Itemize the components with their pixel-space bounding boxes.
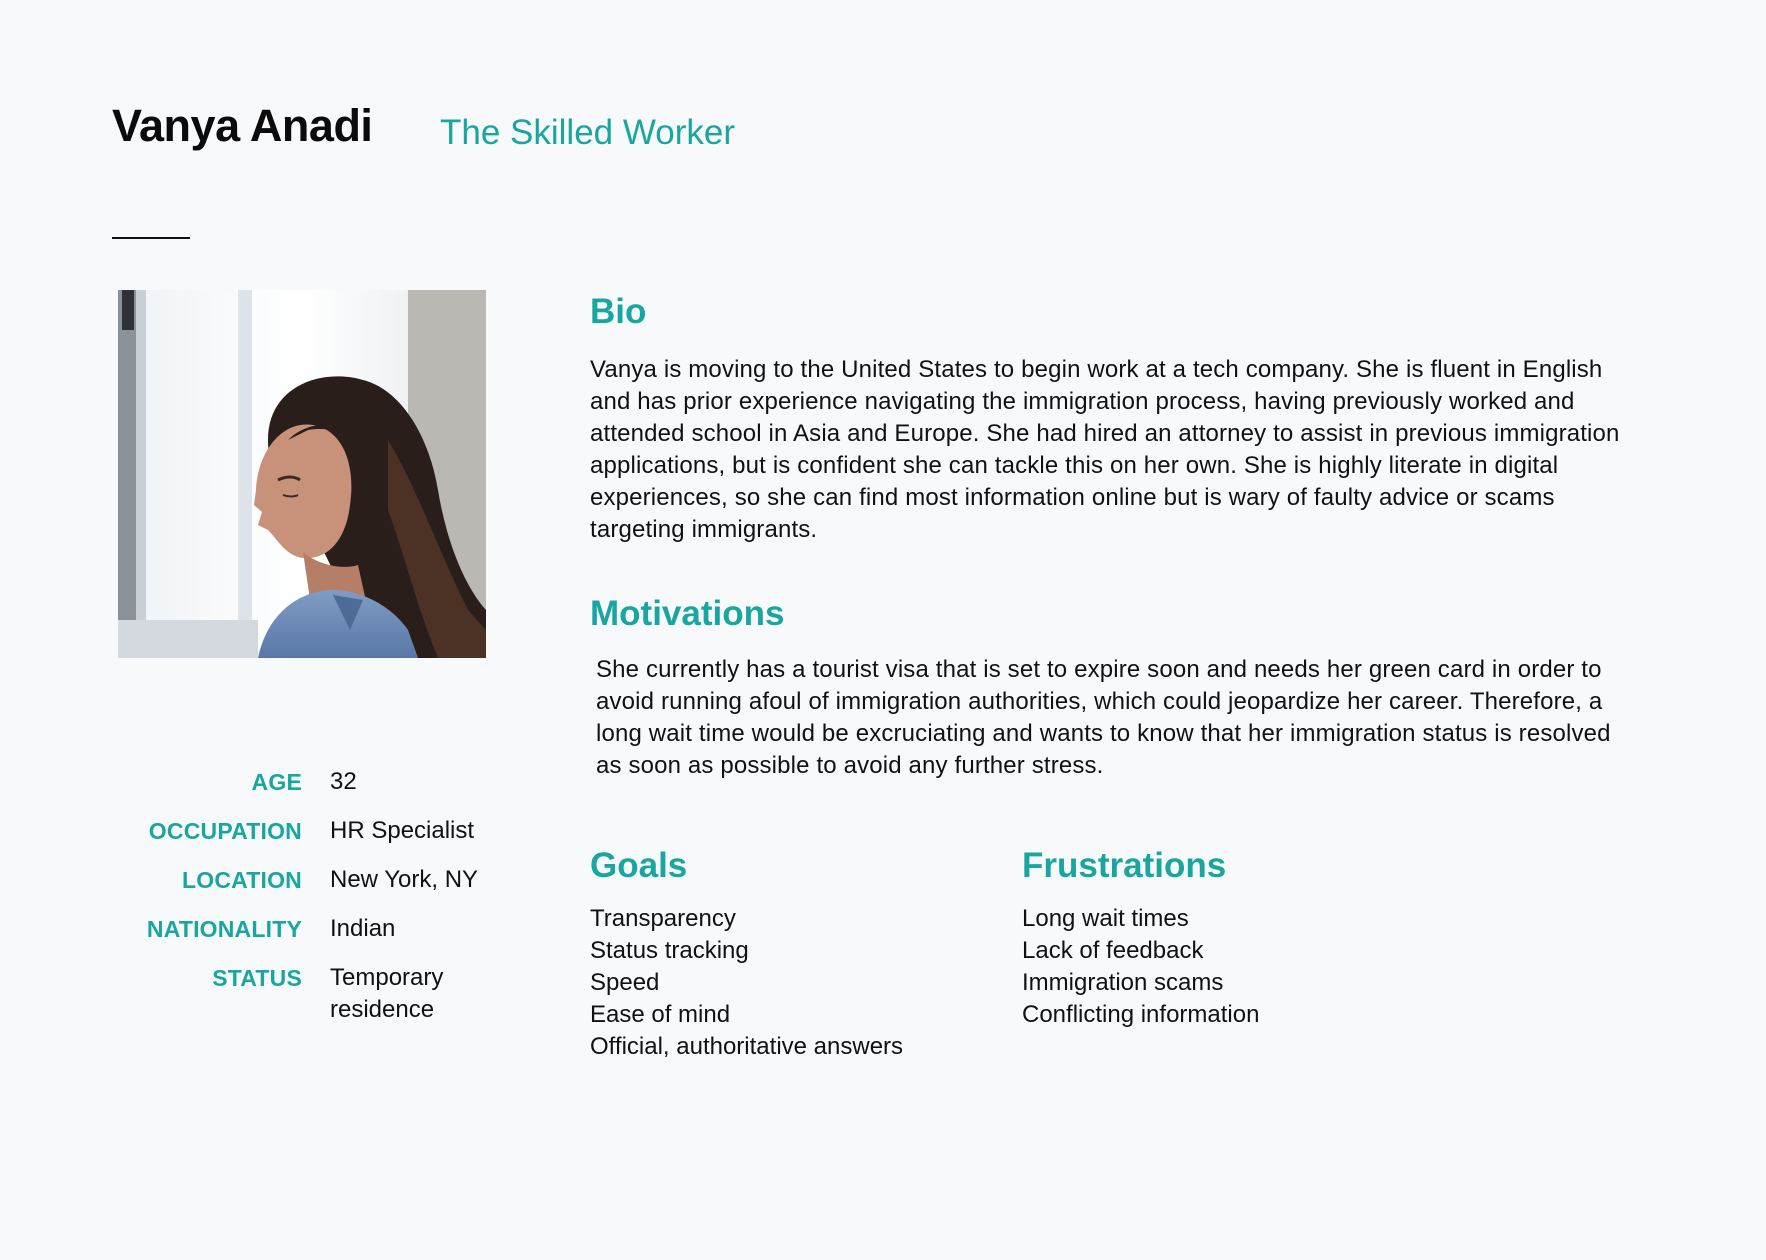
list-item: Transparency [590,905,736,932]
fact-value: Temporary residence [330,964,444,1023]
persona-photo-woman-by-window-icon [118,290,486,658]
persona-facts: AGE 32 OCCUPATION HR Specialist LOCATION… [100,766,500,1043]
header-divider [112,237,190,239]
motivations-heading: Motivations [590,594,785,633]
fact-row-location: LOCATION New York, NY [100,864,500,896]
persona-tagline: The Skilled Worker [440,113,736,152]
list-item: Conflicting information [1022,1001,1260,1028]
fact-row-status: STATUS Temporary residence [100,962,500,1026]
persona-name: Vanya Anadi [112,100,373,151]
frustrations-heading: Frustrations [1022,846,1227,885]
list-item: Lack of feedback [1022,937,1204,964]
fact-value: 32 [330,768,357,795]
fact-label: LOCATION [182,867,302,893]
goals-heading: Goals [590,846,688,885]
fact-value: HR Specialist [330,817,475,844]
list-item: Status tracking [590,937,749,964]
fact-label: NATIONALITY [146,916,302,942]
motivations-text: She currently has a tourist visa that is… [596,656,1611,779]
list-item: Immigration scams [1022,969,1224,996]
goals-list: Transparency Status tracking Speed Ease … [590,903,1010,1063]
frustrations-list: Long wait times Lack of feedback Immigra… [1022,903,1462,1031]
list-item: Official, authoritative answers [590,1033,904,1060]
bio-text: Vanya is moving to the United States to … [590,356,1620,543]
bio-heading: Bio [590,292,647,331]
persona-photo [118,290,486,658]
fact-label: OCCUPATION [148,818,302,844]
list-item: Long wait times [1022,905,1189,932]
fact-label: AGE [251,769,302,795]
fact-label: STATUS [212,965,302,991]
fact-row-nationality: NATIONALITY Indian [100,913,500,945]
fact-row-occupation: OCCUPATION HR Specialist [100,815,500,847]
fact-value: Indian [330,915,396,942]
fact-value: New York, NY [330,866,479,893]
list-item: Ease of mind [590,1001,731,1028]
list-item: Speed [590,969,660,996]
fact-row-age: AGE 32 [100,766,500,798]
